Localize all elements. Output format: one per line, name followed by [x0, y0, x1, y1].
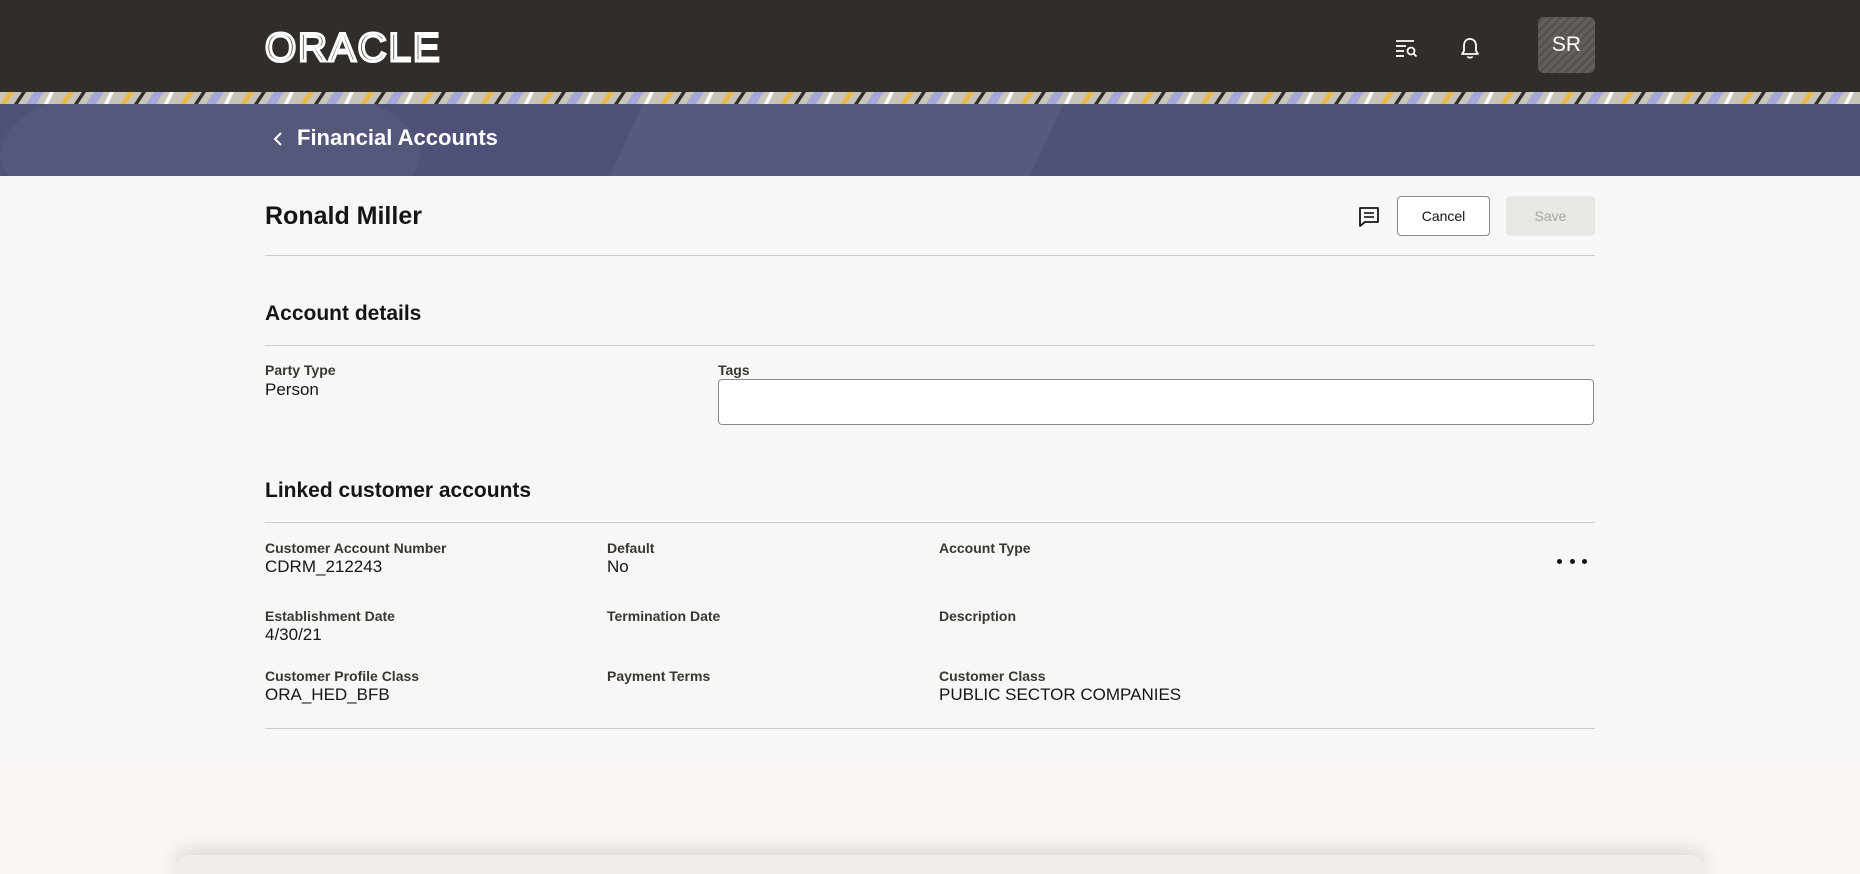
tags-input[interactable]: [718, 379, 1594, 425]
save-button[interactable]: Save: [1506, 196, 1595, 236]
termination-date-label: Termination Date: [607, 608, 721, 624]
account-number-value: CDRM_212243: [265, 557, 383, 576]
search-list-icon[interactable]: [1391, 33, 1421, 63]
bell-icon[interactable]: [1455, 33, 1485, 63]
account-details-heading: Account details: [265, 302, 422, 325]
cancel-button[interactable]: Cancel: [1397, 196, 1490, 236]
divider: [265, 255, 1595, 256]
profile-class-value: ORA_HED_BFB: [265, 685, 390, 704]
payment-terms-label: Payment Terms: [607, 668, 711, 684]
bottom-panel-edge: [175, 855, 1705, 874]
ellipsis-icon: [1557, 558, 1562, 564]
global-header: ORACLE SR: [0, 0, 1860, 92]
customer-class-value: PUBLIC SECTOR COMPANIES: [939, 685, 1182, 704]
tags-label: Tags: [718, 362, 750, 378]
profile-class-label: Customer Profile Class: [265, 668, 420, 684]
default-value: No: [607, 557, 629, 576]
divider: [265, 522, 1595, 523]
decorative-banner: [0, 92, 1860, 104]
avatar[interactable]: SR: [1538, 17, 1595, 73]
account-number-label: Customer Account Number: [265, 540, 447, 556]
default-label: Default: [607, 540, 655, 556]
more-actions-button[interactable]: [1557, 551, 1587, 571]
description-label: Description: [939, 608, 1017, 624]
page-title: Financial Accounts: [297, 125, 498, 150]
divider: [265, 345, 1595, 346]
account-type-label: Account Type: [939, 540, 1031, 556]
linked-accounts-heading: Linked customer accounts: [265, 479, 532, 502]
record-name: Ronald Miller: [265, 202, 422, 230]
comment-icon[interactable]: [1356, 204, 1382, 230]
party-type-value: Person: [265, 380, 319, 399]
back-button[interactable]: [268, 128, 288, 150]
customer-class-label: Customer Class: [939, 668, 1046, 684]
chevron-left-icon: [273, 132, 282, 146]
establishment-date-label: Establishment Date: [265, 608, 395, 624]
oracle-logo[interactable]: ORACLE: [265, 28, 493, 66]
divider: [265, 728, 1595, 729]
avatar-initials: SR: [1551, 33, 1582, 56]
establishment-date-value: 4/30/21: [265, 625, 322, 644]
logo-text: ORACLE: [265, 28, 442, 66]
party-type-label: Party Type: [265, 362, 336, 378]
